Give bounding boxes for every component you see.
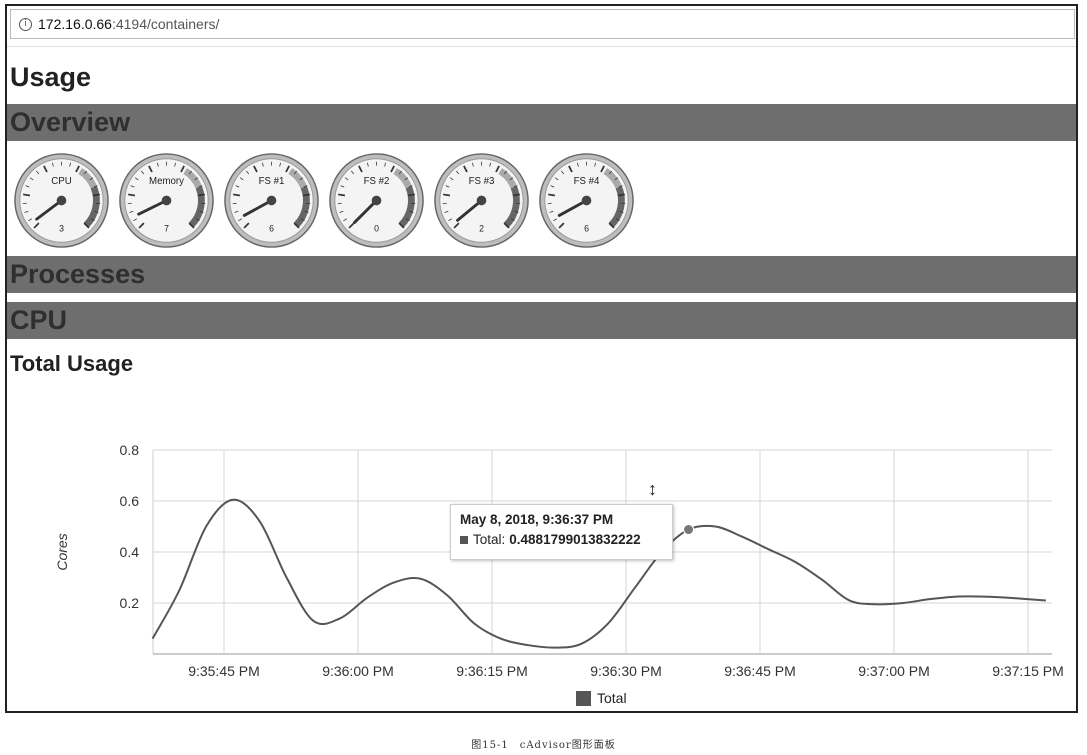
gauge-label-3: FS #2 — [364, 176, 390, 187]
legend-swatch — [576, 690, 591, 706]
gauge-row: CPU 3 Memory 7 FS #1 6 FS #2 0 FS #3 2 FS #4 6 — [13, 152, 643, 252]
url-path: :4194/containers/ — [111, 16, 220, 32]
gauge-label-0: CPU — [51, 176, 71, 187]
x-tick-label: 9:37:00 PM — [858, 663, 930, 679]
x-tick-label: 9:36:00 PM — [322, 663, 394, 679]
x-tick-label: 9:36:30 PM — [590, 663, 662, 679]
x-tick-label: 9:37:15 PM — [992, 663, 1064, 679]
tooltip-row: Total: 0.4881799013832222 — [460, 532, 663, 547]
tooltip-value: 0.4881799013832222 — [509, 532, 641, 547]
gauge-dial-2: FS #1 6 — [224, 153, 319, 248]
y-tick-label: 0.6 — [120, 493, 140, 509]
tooltip-title: May 8, 2018, 9:36:37 PM — [460, 512, 614, 527]
y-tick-label: 0.8 — [120, 442, 140, 458]
toolbar-divider — [7, 46, 1076, 47]
gauge-value-2: 6 — [269, 224, 274, 234]
gauge-dial-0: CPU 3 — [14, 153, 109, 248]
y-tick-label: 0.4 — [120, 544, 140, 560]
page-title: Usage — [10, 62, 92, 92]
tooltip-swatch — [460, 535, 468, 544]
y-axis-label: Cores — [54, 533, 70, 570]
gauge-2: FS #1 6 — [223, 152, 320, 249]
gauge-value-0: 3 — [59, 224, 64, 234]
chart-legend[interactable]: Total — [576, 690, 627, 706]
total-usage-title: Total Usage — [10, 351, 134, 376]
gauge-label-5: FS #4 — [574, 176, 600, 187]
gauge-label-4: FS #3 — [469, 176, 495, 187]
gauge-value-4: 2 — [479, 224, 484, 234]
gauge-3: FS #2 0 — [328, 152, 425, 249]
cpu-label: CPU — [10, 305, 68, 335]
figure-caption: 图15-1 cAdvisor图形面板 — [471, 740, 616, 751]
y-tick-label: 0.2 — [120, 595, 140, 611]
x-tick-label: 9:35:45 PM — [188, 663, 260, 679]
x-tick-label: 9:36:15 PM — [456, 663, 528, 679]
processes-label: Processes — [10, 259, 146, 289]
cpu-usage-chart[interactable]: 0.2 0.4 0.6 0.8 9:35:45 PM 9:36:00 PM 9:36:15 … — [5, 430, 1076, 708]
tooltip-series-label: Total: — [473, 532, 506, 547]
gauge-4: FS #3 2 — [433, 152, 530, 249]
gauge-value-5: 6 — [584, 224, 589, 234]
gauge-dial-4: FS #3 2 — [434, 153, 529, 248]
highlighted-point[interactable] — [683, 524, 695, 536]
legend-label: Total — [597, 690, 627, 706]
gauge-dial-1: Memory 7 — [119, 153, 214, 248]
gauge-dial-5: FS #4 6 — [539, 153, 634, 248]
gauge-value-1: 7 — [164, 224, 169, 234]
section-header-processes[interactable]: Processes — [7, 256, 1076, 293]
gauge-value-3: 0 — [374, 224, 379, 234]
section-header-cpu[interactable]: CPU — [7, 302, 1076, 339]
x-tick-label: 9:36:45 PM — [724, 663, 796, 679]
gauge-1: Memory 7 — [118, 152, 215, 249]
resize-cursor-icon: ↕ — [648, 479, 657, 499]
gauge-label-1: Memory — [149, 176, 184, 187]
overview-label: Overview — [10, 107, 131, 137]
gauge-dial-3: FS #2 0 — [329, 153, 424, 248]
url-host: 172.16.0.66 — [38, 16, 112, 32]
info-icon[interactable]: i — [19, 17, 32, 31]
gauge-5: FS #4 6 — [538, 152, 635, 249]
address-bar[interactable]: i 172.16.0.66:4194/containers/ — [10, 9, 1075, 39]
gauge-0: CPU 3 — [13, 152, 110, 249]
chart-tooltip: May 8, 2018, 9:36:37 PM Total: 0.4881799… — [450, 504, 673, 560]
section-header-overview: Overview — [7, 104, 1076, 141]
gauge-label-2: FS #1 — [259, 176, 285, 187]
